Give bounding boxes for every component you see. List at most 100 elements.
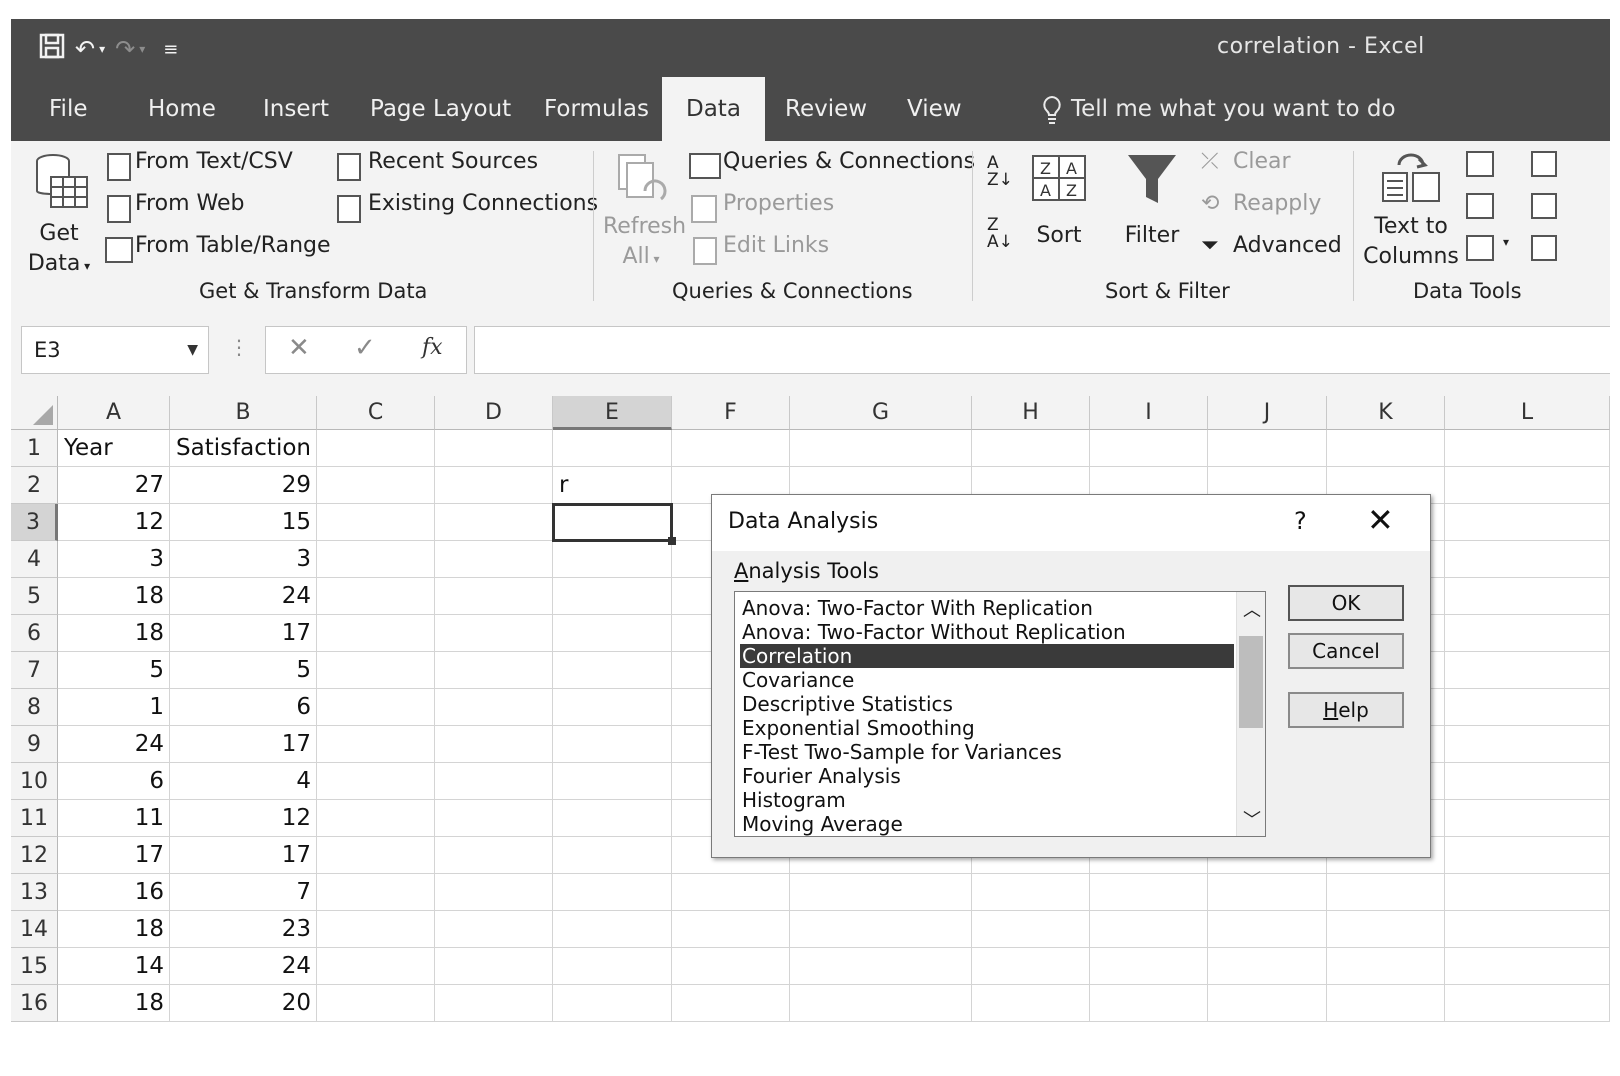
analysis-tool-item[interactable]: Histogram <box>740 788 1234 812</box>
row-header-15[interactable]: 15 <box>11 948 58 985</box>
analysis-tool-item[interactable]: Fourier Analysis <box>740 764 1234 788</box>
cell-a5[interactable]: 18 <box>64 578 164 615</box>
column-header-l[interactable]: L <box>1445 396 1610 430</box>
cell-a9[interactable]: 24 <box>64 726 164 763</box>
column-header-k[interactable]: K <box>1327 396 1445 430</box>
sort-za-icon[interactable]: Z A↓ <box>987 217 1013 251</box>
sort-button[interactable]: Z A A Z Sort <box>1029 153 1089 253</box>
column-header-g[interactable]: G <box>790 396 972 430</box>
cell-a6[interactable]: 18 <box>64 615 164 652</box>
select-all-corner[interactable] <box>11 396 58 430</box>
cell-a7[interactable]: 5 <box>64 652 164 689</box>
relationships-icon[interactable] <box>1531 193 1557 219</box>
row-header-9[interactable]: 9 <box>11 726 58 763</box>
cell-a2[interactable]: 27 <box>64 467 164 504</box>
cell-a12[interactable]: 17 <box>64 837 164 874</box>
existing-connections-button[interactable]: Existing Connections <box>368 191 598 216</box>
row-header-6[interactable]: 6 <box>11 615 58 652</box>
row-header-8[interactable]: 8 <box>11 689 58 726</box>
column-header-d[interactable]: D <box>435 396 553 430</box>
column-header-a[interactable]: A <box>58 396 170 430</box>
row-header-4[interactable]: 4 <box>11 541 58 578</box>
consolidate-icon[interactable] <box>1531 151 1557 177</box>
name-box-dropdown-icon[interactable]: ▼ <box>187 327 198 373</box>
tab-review[interactable]: Review <box>783 77 869 141</box>
filter-button[interactable]: Filter <box>1119 153 1185 253</box>
remove-duplicates-icon[interactable] <box>1466 193 1494 219</box>
tell-me-box[interactable]: Tell me what you want to do <box>1041 77 1396 141</box>
analysis-tools-list[interactable]: Anova: Two-Factor With Replication Anova:… <box>734 591 1266 837</box>
scroll-thumb[interactable] <box>1239 636 1263 728</box>
recent-sources-button[interactable]: Recent Sources <box>368 149 538 174</box>
cell-b9[interactable]: 17 <box>176 726 311 763</box>
row-header-14[interactable]: 14 <box>11 911 58 948</box>
cell-b2[interactable]: 29 <box>176 467 311 504</box>
row-header-1[interactable]: 1 <box>11 430 58 467</box>
get-data-button[interactable]: Get Data ▾ <box>23 151 95 276</box>
tab-view[interactable]: View <box>905 77 964 141</box>
cell-a4[interactable]: 3 <box>64 541 164 578</box>
name-box[interactable]: E3 ▼ <box>21 326 209 374</box>
scroll-down-icon[interactable]: ﹀ <box>1243 806 1261 832</box>
analysis-tool-item[interactable]: F-Test Two-Sample for Variances <box>740 740 1234 764</box>
formula-bar-handle[interactable]: ⋮ <box>229 335 249 359</box>
analysis-tool-item[interactable]: Anova: Two-Factor With Replication <box>740 596 1234 620</box>
tab-file[interactable]: File <box>47 77 90 141</box>
cell-b8[interactable]: 6 <box>176 689 311 726</box>
from-web-button[interactable]: From Web <box>135 191 244 216</box>
from-text-csv-button[interactable]: From Text/CSV <box>135 149 293 174</box>
row-header-11[interactable]: 11 <box>11 800 58 837</box>
cell-e2[interactable]: r <box>559 467 666 504</box>
cell-b5[interactable]: 24 <box>176 578 311 615</box>
active-cell-selection[interactable] <box>552 503 673 542</box>
cell-b13[interactable]: 7 <box>176 874 311 911</box>
queries-connections-button[interactable]: Queries & Connections <box>723 149 975 174</box>
row-header-10[interactable]: 10 <box>11 763 58 800</box>
cancel-button[interactable]: Cancel <box>1288 633 1404 669</box>
flash-fill-icon[interactable] <box>1466 151 1494 177</box>
scroll-up-icon[interactable]: ︿ <box>1243 596 1261 622</box>
close-icon[interactable]: ✕ <box>1367 501 1394 539</box>
cell-a14[interactable]: 18 <box>64 911 164 948</box>
row-header-3[interactable]: 3 <box>11 504 58 541</box>
cell-b10[interactable]: 4 <box>176 763 311 800</box>
column-header-e[interactable]: E <box>553 396 672 430</box>
list-scrollbar[interactable]: ︿ ﹀ <box>1236 592 1265 836</box>
customize-qat-icon[interactable]: ≡ <box>163 39 178 60</box>
formula-input[interactable] <box>474 326 1610 374</box>
dropdown-arrow-icon[interactable]: ▾ <box>1503 235 1509 249</box>
cancel-entry-icon[interactable]: ✕ <box>288 333 310 363</box>
analysis-tool-item[interactable]: Moving Average <box>740 812 1234 836</box>
cell-b14[interactable]: 23 <box>176 911 311 948</box>
cell-b6[interactable]: 17 <box>176 615 311 652</box>
from-table-range-button[interactable]: From Table/Range <box>135 233 331 258</box>
analysis-tool-item[interactable]: Descriptive Statistics <box>740 692 1234 716</box>
tab-data[interactable]: Data <box>662 77 765 141</box>
help-button[interactable]: Help <box>1288 692 1404 728</box>
cell-a16[interactable]: 18 <box>64 985 164 1022</box>
analysis-tool-item[interactable]: Anova: Two-Factor Without Replication <box>740 620 1234 644</box>
analysis-tool-item[interactable]: Correlation <box>740 644 1234 668</box>
cell-b16[interactable]: 20 <box>176 985 311 1022</box>
column-header-c[interactable]: C <box>317 396 435 430</box>
tab-page-layout[interactable]: Page Layout <box>368 77 513 141</box>
cell-b7[interactable]: 5 <box>176 652 311 689</box>
sort-az-icon[interactable]: A Z↓ <box>987 155 1013 189</box>
cell-b3[interactable]: 15 <box>176 504 311 541</box>
text-to-columns-button[interactable]: Text to Columns <box>1363 149 1459 274</box>
fill-handle[interactable] <box>668 537 676 545</box>
manage-data-model-icon[interactable] <box>1531 235 1557 261</box>
ok-button[interactable]: OK <box>1288 585 1404 621</box>
cell-a15[interactable]: 14 <box>64 948 164 985</box>
row-header-2[interactable]: 2 <box>11 467 58 504</box>
cell-a11[interactable]: 11 <box>64 800 164 837</box>
cell-b11[interactable]: 12 <box>176 800 311 837</box>
undo-dropdown-icon[interactable]: ▾ <box>99 42 105 56</box>
insert-function-icon[interactable]: fx <box>422 335 443 360</box>
analysis-tool-item[interactable]: Exponential Smoothing <box>740 716 1234 740</box>
tab-formulas[interactable]: Formulas <box>542 77 651 141</box>
cell-b12[interactable]: 17 <box>176 837 311 874</box>
row-header-12[interactable]: 12 <box>11 837 58 874</box>
column-header-i[interactable]: I <box>1090 396 1208 430</box>
column-header-h[interactable]: H <box>972 396 1090 430</box>
